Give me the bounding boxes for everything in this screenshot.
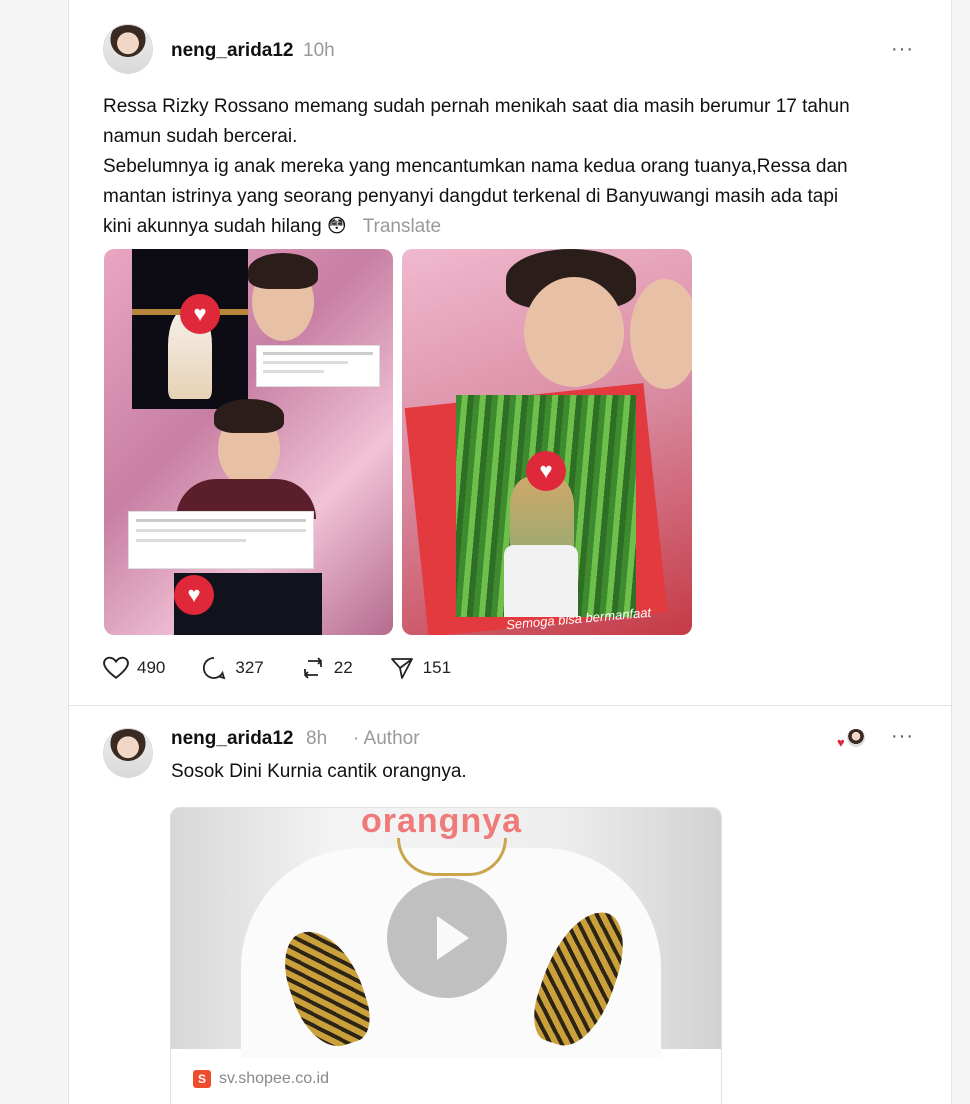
link-domain-row[interactable]: S sv.shopee.co.id [171,1049,721,1104]
repost-icon [303,657,323,679]
vine-photo [456,395,636,617]
video-thumbnail: orangnya [171,807,721,1058]
play-icon[interactable] [387,878,507,998]
more-options-icon[interactable]: ··· [891,725,914,748]
post-line: namun sudah bercerai. [103,126,298,147]
post-line: Sebelumnya ig anak mereka yang mencantum… [103,156,848,177]
translate-link[interactable]: Translate [363,216,442,237]
post-line: kini akunnya sudah hilang 😳 [103,216,347,237]
video-overlay-text: orangnya [361,807,523,840]
comment-screenshot [128,511,314,569]
post-line: mantan istrinya yang seorang penyanyi da… [103,186,839,207]
username[interactable]: neng_arida12 [171,40,294,62]
timestamp[interactable]: 8h [306,728,327,750]
comment-screenshot [256,345,380,387]
heart-sticker-icon: ♥ [526,451,566,491]
shopee-icon: S [193,1070,211,1088]
photo-hair [214,399,284,433]
heart-icon: ♥ [837,735,845,750]
video-link-card[interactable]: orangnya S sv.shopee.co.id [170,807,722,1104]
post-image-1[interactable]: ♥ ♥ [104,249,393,635]
like-count: 490 [137,658,166,677]
post-actions: 490 327 22 151 [103,656,487,680]
send-icon [390,658,413,679]
comment-icon [203,657,226,680]
reply-count: 327 [235,658,264,677]
author-label: · Author [353,728,420,749]
liked-by-author-indicator: ♥ [837,729,865,751]
avatar[interactable] [103,24,153,74]
post-text: Ressa Rizky Rossano memang sudah pernah … [103,92,923,242]
username[interactable]: neng_arida12 [171,728,294,750]
post-line: Ressa Rizky Rossano memang sudah pernah … [103,96,850,117]
more-options-icon[interactable]: ··· [891,38,914,61]
repost-button[interactable]: 22 [300,656,353,680]
post-text: Sosok Dini Kurnia cantik orangnya. [171,761,467,782]
thread-card: neng_arida12 10h ··· Ressa Rizky Rossano… [68,0,952,1104]
photo-person [630,279,692,389]
share-count: 151 [422,658,452,677]
repost-count: 22 [333,658,353,677]
photo-person [524,277,624,387]
heart-sticker-icon: ♥ [180,294,220,334]
share-button[interactable]: 151 [389,656,451,680]
reply-button[interactable]: 327 [201,656,264,680]
timestamp[interactable]: 10h [303,40,335,62]
link-domain: sv.shopee.co.id [219,1070,329,1087]
avatar [847,729,865,747]
heart-sticker-icon: ♥ [174,575,214,615]
heart-icon [103,656,129,679]
post-divider [69,705,951,706]
like-button[interactable]: 490 [103,656,165,680]
post-image-2[interactable]: ♥ Semoga bisa bermanfaat [402,249,692,635]
photo-hair [248,253,318,289]
avatar[interactable] [103,728,153,778]
